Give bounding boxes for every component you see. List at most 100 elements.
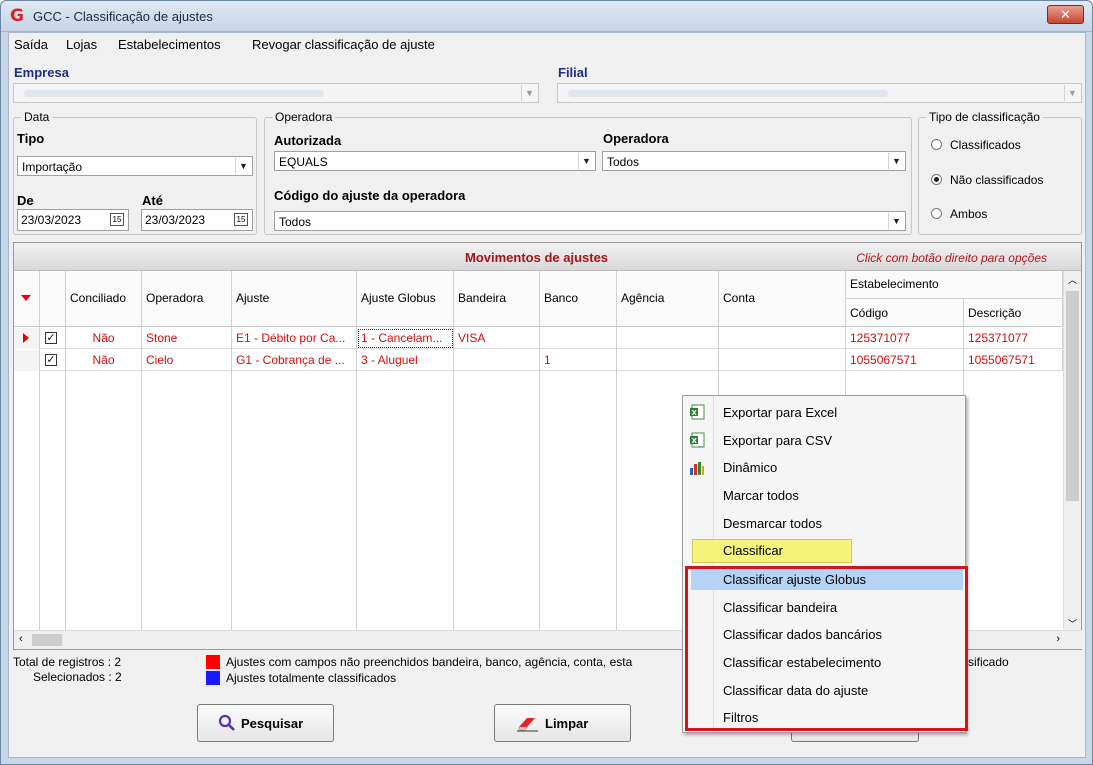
- legend-blue-text: Ajustes totalmente classificados: [226, 671, 397, 685]
- codigo-ajuste-value: Todos: [279, 215, 312, 229]
- scrollbar-thumb[interactable]: [32, 634, 62, 646]
- grid-line: [453, 327, 454, 630]
- calendar-icon[interactable]: 15: [110, 213, 124, 226]
- autorizada-select[interactable]: EQUALS ▼: [274, 151, 596, 171]
- menu-item-dinamico[interactable]: Dinâmico: [723, 460, 777, 475]
- col-conta[interactable]: Conta: [719, 271, 846, 327]
- menu-item-classificar-bandeira[interactable]: Classificar bandeira: [723, 600, 837, 615]
- radio-selected-icon: [931, 174, 942, 185]
- operadora-value: Todos: [607, 155, 640, 169]
- menu-item-classificar[interactable]: Classificar: [723, 543, 783, 558]
- data-group-title: Data: [21, 110, 53, 124]
- grid-hint: Click com botão direito para opções: [856, 251, 1047, 265]
- legend-red-text: Ajustes com campos não preenchidos bande…: [226, 655, 633, 669]
- gcc-logo-icon: G: [10, 6, 24, 26]
- checkbox-checked-icon[interactable]: ✓: [45, 354, 57, 366]
- col-agencia[interactable]: Agência: [617, 271, 719, 327]
- selecionados-count: Selecionados : 2: [33, 670, 122, 684]
- close-button[interactable]: ✕: [1047, 5, 1084, 24]
- radio-ambos-label: Ambos: [950, 207, 988, 221]
- chevron-down-icon: ▼: [521, 85, 537, 101]
- chevron-down-icon: ▼: [235, 158, 251, 174]
- sort-column-header[interactable]: [14, 271, 40, 327]
- chevron-down-icon[interactable]: ﹀: [1068, 617, 1077, 630]
- cell-descricao: 1055067571: [964, 350, 1063, 371]
- ate-date-field[interactable]: 23/03/2023 15: [141, 209, 253, 231]
- autorizada-value: EQUALS: [279, 155, 328, 169]
- cell-banco: 1: [540, 350, 617, 371]
- tipo-label: Tipo: [17, 131, 45, 146]
- col-operadora[interactable]: Operadora: [142, 271, 232, 327]
- menu-saida[interactable]: Saída: [14, 37, 48, 52]
- chevron-down-icon: ▼: [888, 213, 904, 229]
- radio-ambos[interactable]: Ambos: [931, 207, 987, 221]
- de-date-field[interactable]: 23/03/2023 15: [17, 209, 129, 231]
- col-ajuste-label: Ajuste: [236, 291, 270, 305]
- col-descricao[interactable]: Descrição: [964, 299, 1063, 327]
- pesquisar-label: Pesquisar: [241, 716, 304, 731]
- menu-item-classificar-ajuste-globus[interactable]: Classificar ajuste Globus: [723, 572, 866, 587]
- menu-item-classificar-dados-bancarios[interactable]: Classificar dados bancários: [723, 627, 882, 642]
- col-ajuste[interactable]: Ajuste: [232, 271, 357, 327]
- row-check-cell[interactable]: ✓: [40, 328, 66, 349]
- menu-item-desmarcar-todos[interactable]: Desmarcar todos: [723, 516, 822, 531]
- chevron-right-icon[interactable]: ›: [1056, 633, 1060, 645]
- filial-select[interactable]: ▼: [557, 83, 1082, 103]
- radio-nao-classificados-label: Não classificados: [950, 173, 1044, 187]
- codigo-ajuste-select[interactable]: Todos ▼: [274, 211, 906, 231]
- radio-button-icon: [931, 139, 942, 150]
- cell-ajuste: E1 - Débito por Ca...: [232, 328, 357, 349]
- scrollbar-thumb[interactable]: [1066, 291, 1079, 501]
- menu-item-filtros[interactable]: Filtros: [723, 710, 758, 725]
- col-bandeira[interactable]: Bandeira: [454, 271, 540, 327]
- pesquisar-button[interactable]: Pesquisar: [197, 704, 334, 742]
- col-codigo[interactable]: Código: [846, 299, 964, 327]
- checkbox-checked-icon[interactable]: ✓: [45, 332, 57, 344]
- col-group-estabelecimento: Estabelecimento: [846, 271, 1063, 299]
- cell-ajuste-globus: 3 - Aluguel: [357, 350, 454, 371]
- col-ajuste-globus[interactable]: Ajuste Globus: [357, 271, 454, 327]
- radio-button-icon: [931, 208, 942, 219]
- chevron-left-icon[interactable]: ‹: [19, 633, 23, 645]
- col-conta-label: Conta: [723, 291, 756, 305]
- menu-estabelecimentos[interactable]: Estabelecimentos: [118, 37, 221, 52]
- current-row-arrow-icon: [23, 333, 29, 343]
- col-conciliado[interactable]: Conciliado: [66, 271, 142, 327]
- operadora-select[interactable]: Todos ▼: [602, 151, 906, 171]
- table-row[interactable]: ✓ Não Cielo G1 - Cobrança de ... 3 - Alu…: [14, 350, 1063, 371]
- vertical-scrollbar[interactable]: ︿ ﹀: [1063, 271, 1081, 632]
- radio-nao-classificados[interactable]: Não classificados: [931, 173, 1043, 187]
- bar-chart-icon: [690, 462, 704, 475]
- data-groupbox: Data Tipo Importação ▼ De Até 23/03/2023…: [13, 110, 257, 235]
- cell-conta: [719, 350, 846, 371]
- menu-revogar-classificacao[interactable]: Revogar classificação de ajuste: [252, 37, 435, 52]
- menu-lojas[interactable]: Lojas: [66, 37, 97, 52]
- chevron-up-icon[interactable]: ︿: [1068, 273, 1077, 286]
- menu-gutter: [713, 396, 714, 732]
- menu-item-exportar-excel[interactable]: Exportar para Excel: [723, 405, 837, 420]
- cell-bandeira: VISA: [454, 328, 540, 349]
- row-check-cell[interactable]: ✓: [40, 350, 66, 371]
- menu-item-classificar-estabelecimento[interactable]: Classificar estabelecimento: [723, 655, 881, 670]
- de-label: De: [17, 193, 34, 208]
- col-bandeira-label: Bandeira: [458, 291, 507, 305]
- total-registros: Total de registros : 2: [13, 655, 122, 669]
- empresa-select[interactable]: ▼: [13, 83, 539, 103]
- cell-ajuste-globus[interactable]: 1 - Cancelam...: [357, 328, 454, 349]
- de-date-value: 23/03/2023: [21, 213, 82, 227]
- menu-item-classificar-data-ajuste[interactable]: Classificar data do ajuste: [723, 683, 868, 698]
- tipo-select[interactable]: Importação ▼: [17, 156, 253, 176]
- grid-header: Conciliado Operadora Ajuste Ajuste Globu…: [14, 271, 1063, 327]
- radio-classificados[interactable]: Classificados: [931, 138, 1021, 152]
- radio-classificados-label: Classificados: [950, 138, 1021, 152]
- app-window: G GCC - Classificação de ajustes ✕ Saída…: [0, 0, 1093, 765]
- table-row[interactable]: ✓ Não Stone E1 - Débito por Ca... 1 - Ca…: [14, 328, 1063, 349]
- col-banco[interactable]: Banco: [540, 271, 617, 327]
- menu-item-marcar-todos[interactable]: Marcar todos: [723, 488, 799, 503]
- limpar-label: Limpar: [545, 716, 589, 731]
- menu-item-exportar-csv[interactable]: Exportar para CSV: [723, 433, 832, 448]
- grid-line: [616, 327, 617, 630]
- limpar-button[interactable]: Limpar: [494, 704, 631, 742]
- check-column-header[interactable]: [40, 271, 66, 327]
- calendar-icon[interactable]: 15: [234, 213, 248, 226]
